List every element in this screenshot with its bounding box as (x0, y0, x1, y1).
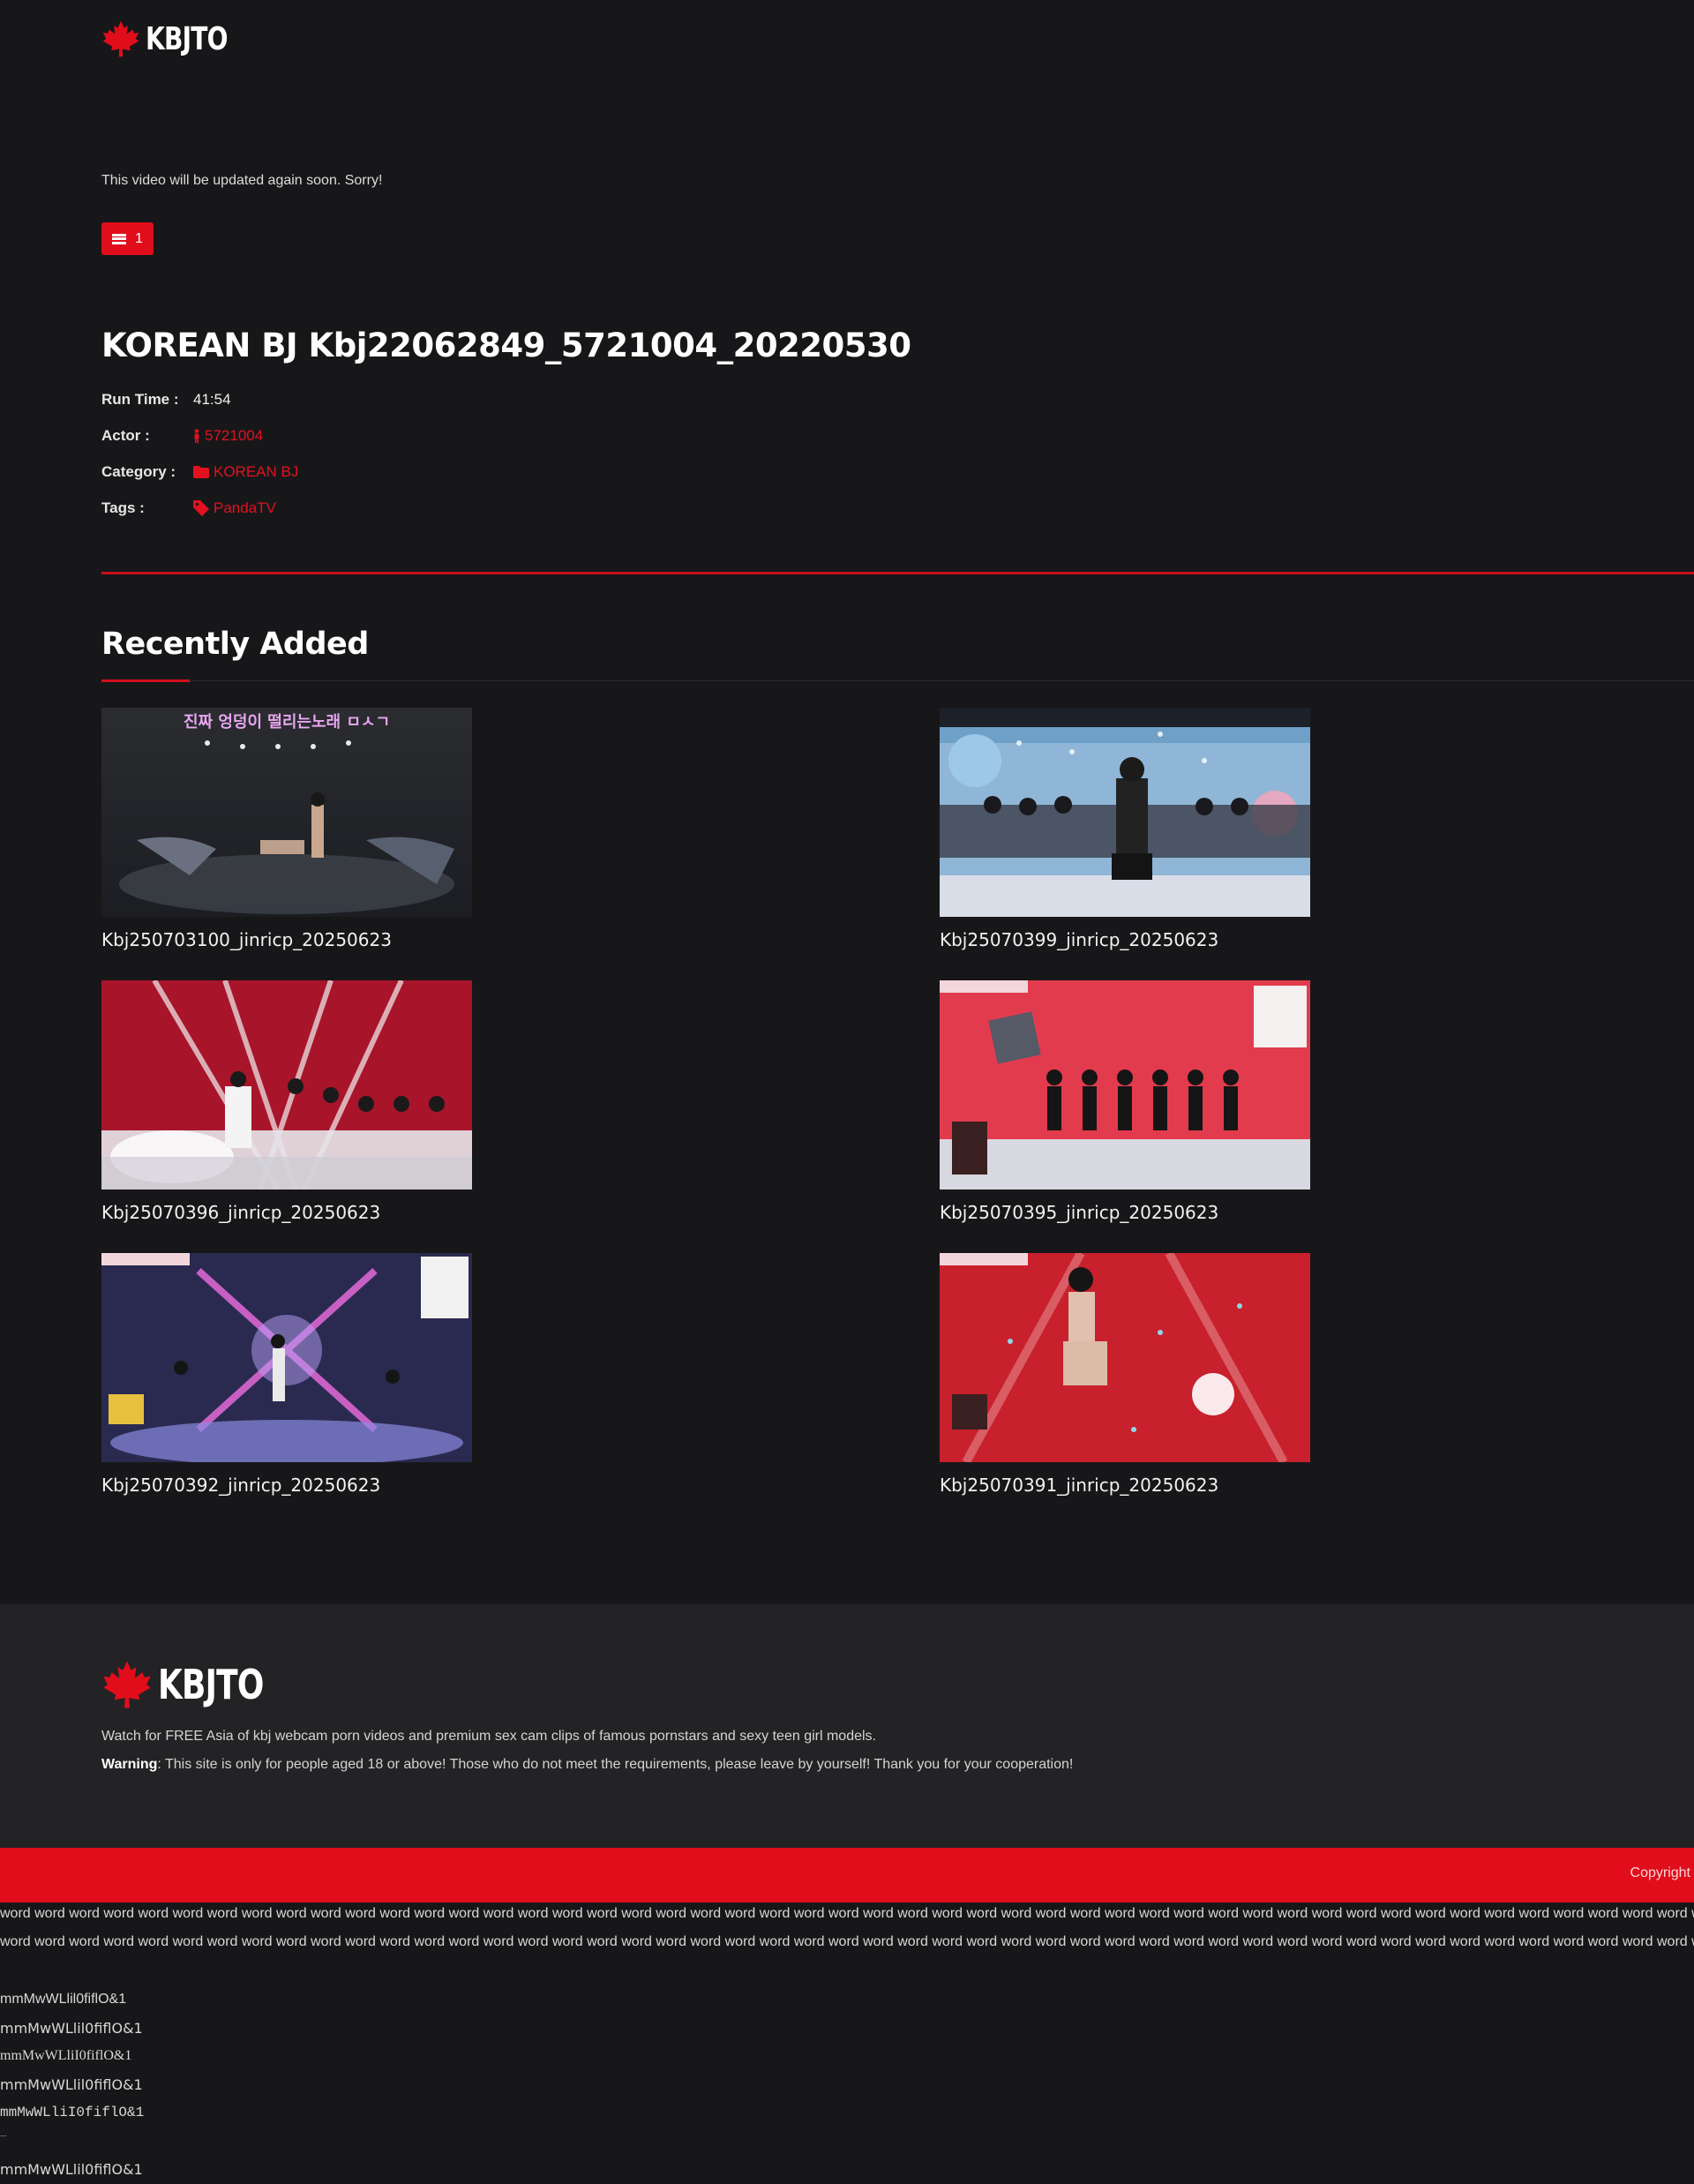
category-link[interactable]: KOREAN BJ (193, 463, 298, 481)
folder-icon (193, 465, 209, 478)
video-thumbnail[interactable] (101, 980, 472, 1190)
footer-logo[interactable]: KBJTO (101, 1659, 293, 1710)
video-card[interactable]: Kbj25070391_jinricp_20250623 (940, 1253, 1310, 1496)
video-meta: Run Time : 41:54 Actor : 5721004 Categor… (101, 381, 298, 526)
actor-value: 5721004 (205, 426, 264, 444)
video-card-title[interactable]: Kbj25070392_jinricp_20250623 (101, 1475, 472, 1496)
footer-warning: Warning: This site is only for people ag… (101, 1757, 1073, 1773)
run-time-value: 41:54 (193, 390, 231, 408)
warning-label: Warning (101, 1757, 158, 1772)
warning-text: : This site is only for people aged 18 o… (157, 1757, 1074, 1772)
video-thumbnail[interactable]: 진짜 엉덩이 떨리는노래 ㅁㅅㄱ (101, 708, 472, 917)
footer-description: Watch for FREE Asia of kbj webcam porn v… (101, 1729, 876, 1744)
video-card-title[interactable]: Kbj25070395_jinricp_20250623 (940, 1202, 1310, 1223)
video-thumbnail[interactable] (101, 1253, 472, 1462)
recently-added-heading: Recently Added (101, 627, 369, 662)
video-card-title[interactable]: Kbj25070399_jinricp_20250623 (940, 929, 1310, 950)
tags-label: Tags : (101, 499, 145, 516)
video-card-title[interactable]: Kbj25070396_jinricp_20250623 (101, 1202, 472, 1223)
tag-icon (193, 499, 209, 516)
maple-leaf-icon (102, 20, 139, 57)
copyright-bar (0, 1848, 1694, 1903)
video-card-title[interactable]: Kbj25070391_jinricp_20250623 (940, 1475, 1310, 1496)
font-sample: mmMwWLliI0fiflO&1 (0, 2105, 145, 2120)
font-sample: mmMwWLlil0fiflO&1 (0, 2161, 143, 2178)
font-sample: mmMwWLlil0fiflO&1 (0, 2020, 143, 2037)
category-value: KOREAN BJ (214, 462, 299, 480)
video-card[interactable]: 진짜 엉덩이 떨리는노래 ㅁㅅㄱ Kbj250703100_jinricp_20… (101, 708, 472, 950)
divider (101, 572, 1694, 574)
heading-underline (101, 680, 1694, 681)
video-notice: This video will be updated again soon. S… (101, 173, 383, 188)
site-logo[interactable]: KBJTO (101, 19, 251, 58)
logo-text: KBJTO (146, 20, 229, 57)
video-card[interactable]: Kbj25070395_jinricp_20250623 (940, 980, 1310, 1223)
actor-label: Actor : (101, 426, 150, 444)
tag-value: PandaTV (214, 499, 276, 516)
video-card[interactable]: Kbj25070396_jinricp_20250623 (101, 980, 472, 1223)
footer (0, 1604, 1694, 1848)
font-sample: mmMwWLlil0fiflO&1 (0, 1992, 127, 2007)
heading-accent (101, 679, 190, 682)
video-card[interactable]: Kbj25070392_jinricp_20250623 (101, 1253, 472, 1496)
filler-text-line: word word word word word word word word … (0, 1906, 1694, 1921)
video-thumbnail[interactable] (940, 980, 1310, 1190)
run-time-label: Run Time : (101, 390, 179, 408)
video-title: KOREAN BJ Kbj22062849_5721004_20220530 (101, 326, 911, 364)
category-label: Category : (101, 462, 176, 480)
font-sample: ... (0, 2129, 7, 2138)
actor-link[interactable]: 5721004 (193, 427, 263, 445)
copyright-text: Copyright (1630, 1865, 1690, 1880)
font-sample: mmMwWLlil0fiflO&1 (0, 2076, 143, 2093)
font-sample: mmMwWLliI0fiflO&1 (0, 2048, 132, 2063)
video-card-title[interactable]: Kbj250703100_jinricp_20250623 (101, 929, 472, 950)
person-icon (194, 428, 199, 443)
list-icon (112, 233, 127, 244)
video-card[interactable]: Kbj25070399_jinricp_20250623 (940, 708, 1310, 950)
video-thumbnail[interactable] (940, 708, 1310, 917)
footer-logo-text: KBJTO (158, 1661, 264, 1708)
maple-leaf-icon (103, 1661, 151, 1708)
server-button-label: 1 (135, 230, 143, 246)
filler-text-line: word word word word word word word word … (0, 1934, 1694, 1949)
thumbnail-overlay-text: 진짜 엉덩이 떨리는노래 ㅁㅅㄱ (184, 713, 390, 732)
video-thumbnail[interactable] (940, 1253, 1310, 1462)
server-button[interactable]: 1 (101, 222, 154, 255)
tag-link[interactable]: PandaTV (193, 499, 276, 517)
